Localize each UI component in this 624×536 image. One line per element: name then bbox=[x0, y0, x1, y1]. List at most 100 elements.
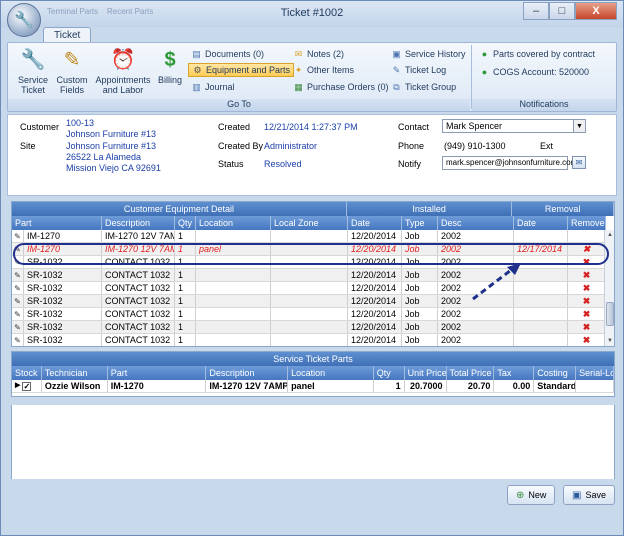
description-cell: CONTACT 1032 bbox=[102, 295, 175, 307]
col-part[interactable]: Part bbox=[12, 216, 102, 230]
edit-pencil-icon[interactable]: ✎ bbox=[12, 269, 24, 281]
ticket-log-button[interactable]: ✎ Ticket Log bbox=[388, 63, 449, 77]
edit-pencil-icon[interactable]: ✎ bbox=[12, 295, 24, 307]
contact-label: Contact bbox=[398, 122, 430, 132]
purchase-orders-button[interactable]: ▦ Purchase Orders (0) bbox=[290, 80, 392, 94]
table-row[interactable]: ✎IM-1270IM-1270 12V 7AM...1 12/20/2014Job… bbox=[12, 230, 614, 243]
tab-ticket[interactable]: Ticket bbox=[43, 27, 92, 43]
col-qty[interactable]: Qty bbox=[373, 366, 405, 380]
custom-fields-button[interactable]: ✎ Custom Fields bbox=[54, 47, 90, 95]
scroll-thumb[interactable] bbox=[606, 302, 614, 326]
title-bar: Terminal Parts Recent Parts Ticket #1002… bbox=[1, 1, 623, 27]
equipment-parts-button[interactable]: ⚙ Equipment and Parts bbox=[188, 63, 295, 77]
billing-button[interactable]: $ Billing bbox=[156, 47, 184, 85]
description-cell: CONTACT 1032 bbox=[102, 282, 175, 294]
col-costing[interactable]: Costing bbox=[534, 366, 577, 380]
edit-pencil-icon[interactable]: ✎ bbox=[12, 230, 24, 242]
remove-x-icon[interactable]: ✖ bbox=[568, 321, 606, 333]
col-location[interactable]: Location bbox=[196, 216, 271, 230]
service-history-button[interactable]: ▣ Service History bbox=[388, 47, 469, 61]
scroll-up-icon[interactable]: ▲ bbox=[605, 230, 614, 240]
col-unit-price[interactable]: Unit Price bbox=[404, 366, 447, 380]
col-tax[interactable]: Tax bbox=[494, 366, 535, 380]
remove-x-icon[interactable] bbox=[568, 230, 606, 242]
col-type[interactable]: Type bbox=[402, 216, 438, 230]
edit-pencil-icon[interactable]: ✎ bbox=[12, 282, 24, 294]
edit-pencil-icon[interactable]: ✎ bbox=[12, 308, 24, 320]
location-cell: panel bbox=[196, 243, 271, 255]
col-description[interactable]: Description bbox=[206, 366, 289, 380]
col-description[interactable]: Description bbox=[102, 216, 175, 230]
costing-cell: Standard bbox=[534, 380, 577, 392]
new-button[interactable]: ⊕ New bbox=[507, 485, 556, 505]
app-menu-orb-icon[interactable]: 🔧 bbox=[7, 3, 41, 37]
stock-checkbox[interactable]: ✓ bbox=[22, 381, 32, 391]
removal-date-cell bbox=[514, 334, 568, 346]
customer-name-link[interactable]: Johnson Furniture #13 bbox=[66, 129, 156, 139]
remove-x-icon[interactable]: ✖ bbox=[568, 282, 606, 294]
notify-field[interactable]: mark.spencer@johnsonfurniture.com bbox=[442, 156, 577, 170]
table-row[interactable]: ✎IM-1270IM-1270 12V 7AM...1panel 12/20/20… bbox=[12, 243, 614, 256]
edit-pencil-icon[interactable]: ✎ bbox=[12, 256, 24, 268]
notification-cogs-account[interactable]: ● COGS Account: 520000 bbox=[476, 65, 592, 79]
mail-icon[interactable]: ✉ bbox=[572, 156, 586, 169]
col-removal-date[interactable]: Date bbox=[514, 216, 568, 230]
table-row[interactable]: ✎ SR-1032 CONTACT 1032 1 12/20/2014 Job 2002 ✖ bbox=[12, 321, 614, 334]
col-technician[interactable]: Technician bbox=[41, 366, 108, 380]
col-location[interactable]: Location bbox=[288, 366, 374, 380]
part-cell: SR-1032 bbox=[24, 321, 102, 333]
scroll-down-icon[interactable]: ▼ bbox=[605, 336, 614, 346]
table-row[interactable]: ✎ SR-1032 CONTACT 1032 1 12/20/2014 Job 2002 ✖ bbox=[12, 308, 614, 321]
part-cell: SR-1032 bbox=[24, 282, 102, 294]
col-qty[interactable]: Qty bbox=[175, 216, 196, 230]
col-installed-date[interactable]: Date bbox=[348, 216, 402, 230]
remove-x-icon[interactable]: ✖ bbox=[568, 295, 606, 307]
remove-x-icon[interactable]: ✖ bbox=[568, 308, 606, 320]
col-serial-lot[interactable]: Serial-Lot bbox=[576, 366, 614, 380]
local-zone-cell bbox=[271, 269, 348, 281]
col-desc[interactable]: Desc bbox=[438, 216, 514, 230]
service-ticket-button[interactable]: 🔧 Service Ticket bbox=[14, 47, 52, 95]
maximize-button[interactable]: □ bbox=[549, 2, 575, 20]
col-stock[interactable]: Stock bbox=[12, 366, 42, 380]
notification-parts-covered[interactable]: ● Parts covered by contract bbox=[476, 47, 598, 61]
save-button[interactable]: ▣ Save bbox=[563, 485, 615, 505]
description-cell: CONTACT 1032 bbox=[102, 269, 175, 281]
description-cell: IM-1270 12V 7AM... bbox=[102, 230, 175, 242]
removal-date-cell: 12/17/2014 bbox=[514, 243, 568, 255]
group-removal: Removal bbox=[512, 202, 614, 216]
edit-pencil-icon[interactable]: ✎ bbox=[12, 334, 24, 346]
remove-x-icon[interactable]: ✖ bbox=[568, 334, 606, 346]
close-button[interactable]: X bbox=[575, 2, 617, 20]
notes-button[interactable]: ✉ Notes (2) bbox=[290, 47, 347, 61]
appointments-labor-button[interactable]: ⏰ Appointments and Labor bbox=[92, 47, 154, 95]
contact-combobox[interactable]: Mark Spencer ▼ bbox=[442, 119, 586, 133]
other-items-button[interactable]: ✦ Other Items bbox=[290, 63, 357, 77]
remove-x-icon[interactable]: ✖ bbox=[568, 269, 606, 281]
phone-value[interactable]: (949) 910-1300 bbox=[444, 141, 506, 151]
col-part[interactable]: Part bbox=[107, 366, 207, 380]
equipment-scrollbar[interactable]: ▲ ▼ bbox=[604, 230, 614, 346]
ticket-group-button[interactable]: ⧉ Ticket Group bbox=[388, 80, 459, 94]
ticket-window: Terminal Parts Recent Parts Ticket #1002… bbox=[0, 0, 624, 536]
table-row[interactable]: ▶ ✓ Ozzie Wilson IM-1270 IM-1270 12V 7AM… bbox=[12, 380, 614, 393]
col-total-price[interactable]: Total Price bbox=[446, 366, 495, 380]
col-local-zone[interactable]: Local Zone bbox=[271, 216, 348, 230]
col-remove[interactable]: Remove bbox=[568, 216, 606, 230]
site-name-link[interactable]: Johnson Furniture #13 bbox=[66, 141, 156, 151]
table-row[interactable]: ✎ SR-1032 CONTACT 1032 1 12/20/2014 Job 2002 ✖ bbox=[12, 334, 614, 346]
minimize-button[interactable]: – bbox=[523, 2, 549, 20]
chevron-down-icon[interactable]: ▼ bbox=[573, 120, 585, 132]
remove-x-icon[interactable]: ✖ bbox=[568, 256, 606, 268]
edit-pencil-icon[interactable]: ✎ bbox=[12, 243, 24, 255]
documents-button[interactable]: ▤ Documents (0) bbox=[188, 47, 267, 61]
location-cell bbox=[196, 269, 271, 281]
remove-x-icon[interactable]: ✖ bbox=[568, 243, 606, 255]
notify-label: Notify bbox=[398, 159, 422, 169]
qty-cell: 1 bbox=[175, 308, 196, 320]
edit-pencil-icon[interactable]: ✎ bbox=[12, 321, 24, 333]
journal-button[interactable]: ▥ Journal bbox=[188, 80, 238, 94]
description-cell: IM-1270 12V 7AMP... bbox=[206, 380, 289, 392]
equipment-group-header: Customer Equipment Detail Installed Remo… bbox=[12, 202, 614, 216]
customer-id-link[interactable]: 100-13 bbox=[66, 118, 94, 128]
